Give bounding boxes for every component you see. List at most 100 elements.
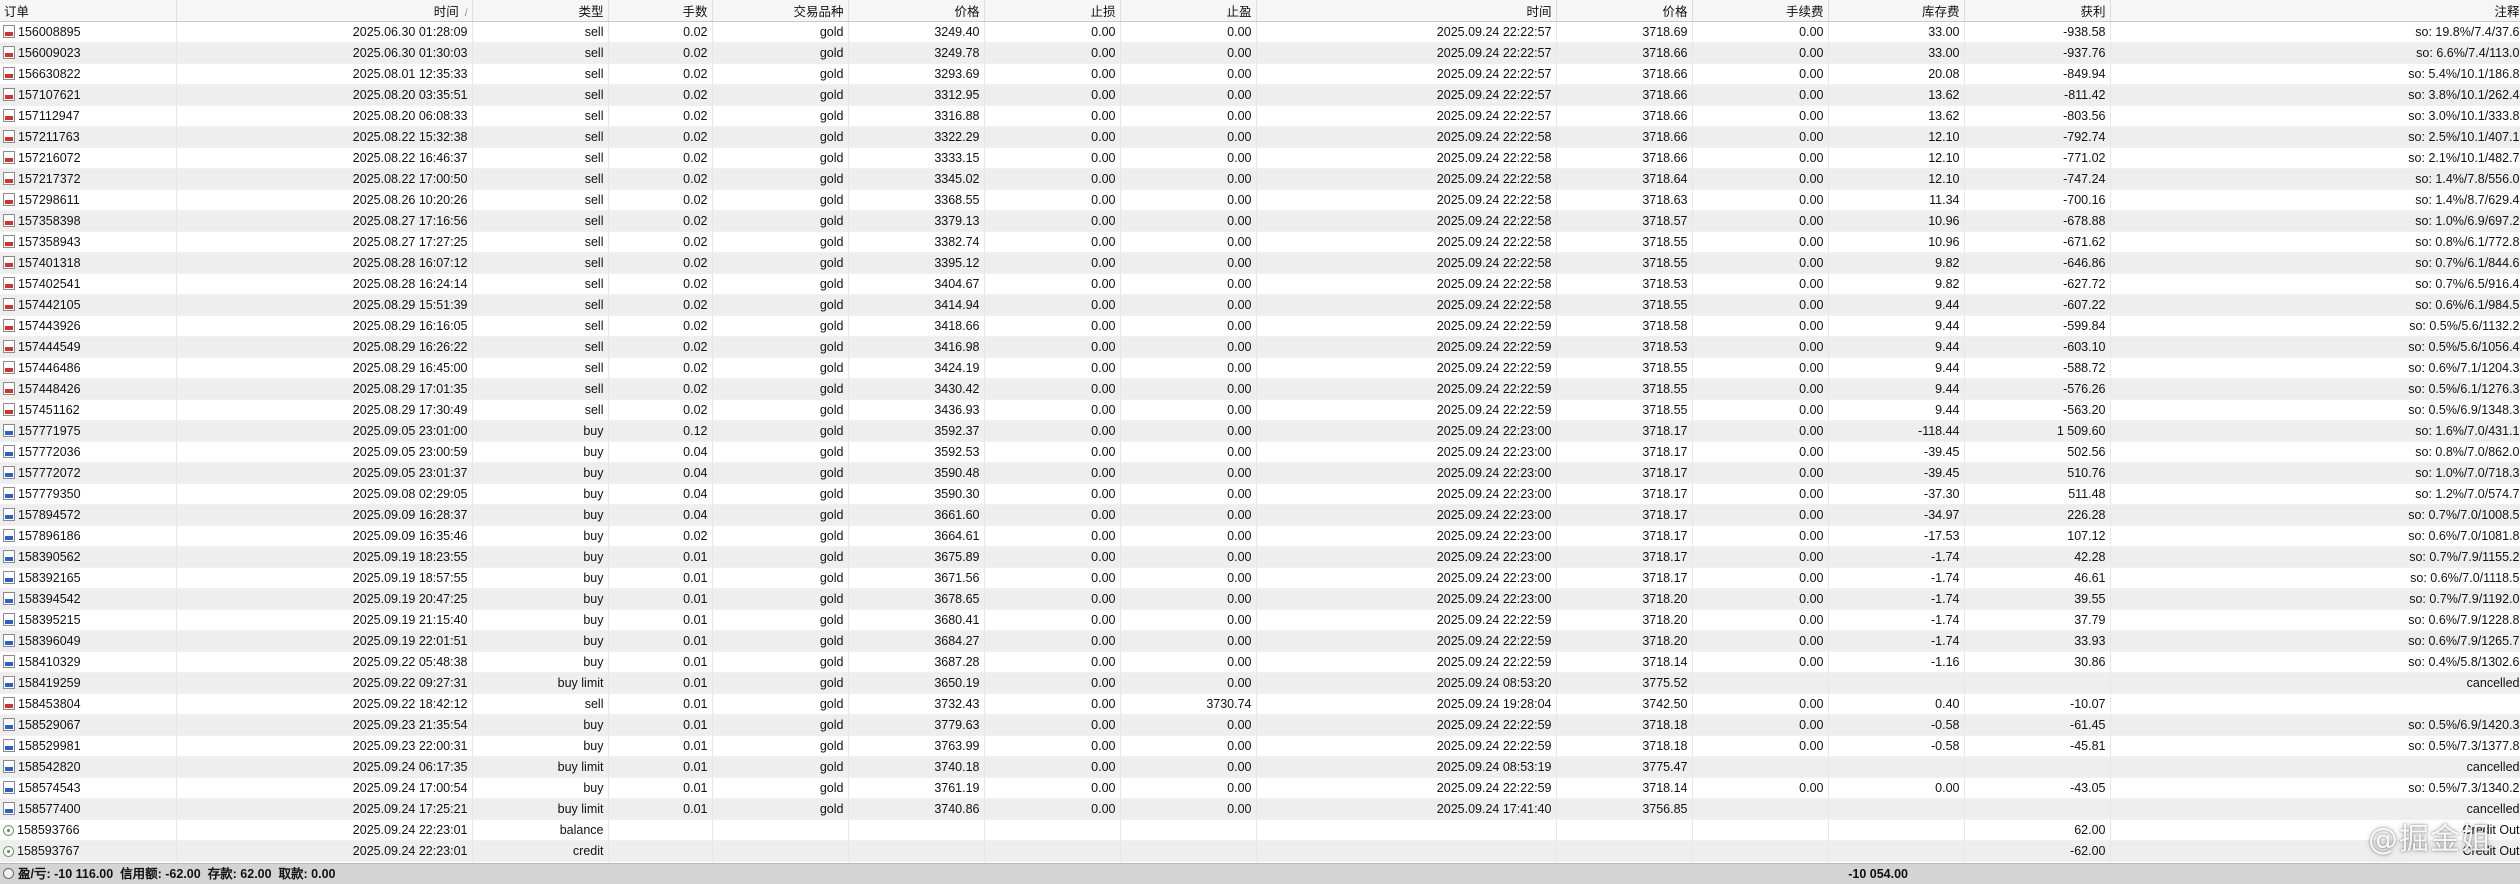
table-row[interactable]: 158392165 2025.09.19 18:57:55 buy 0.01 gold 3… — [0, 567, 2520, 589]
cell-open-time: 2025.09.05 23:00:59 — [176, 441, 473, 463]
col-header-close-price[interactable]: 价格 — [1556, 0, 1693, 22]
table-row[interactable]: 157771975 2025.09.05 23:01:00 buy 0.12 gold 3… — [0, 420, 2520, 442]
table-row[interactable]: 157451162 2025.08.29 17:30:49 sell 0.02 gold… — [0, 399, 2520, 421]
cell-symbol: gold — [712, 441, 849, 463]
cell-value: 3732.43 — [934, 697, 980, 711]
table-row[interactable]: 158410329 2025.09.22 05:48:38 buy 0.01 gold 3… — [0, 651, 2520, 673]
cell-comment: so: 0.7%/7.0/1008.5 — [2110, 504, 2520, 526]
cell-stop-loss: 0.00 — [984, 168, 1121, 190]
table-row[interactable]: 158542820 2025.09.24 06:17:35 buy limit 0.0… — [0, 756, 2520, 778]
table-row[interactable]: 157443926 2025.08.29 16:16:05 sell 0.02 gold… — [0, 315, 2520, 337]
table-row[interactable]: 157107621 2025.08.20 03:35:51 sell 0.02 gold… — [0, 84, 2520, 106]
cell-swap: -1.16 — [1828, 651, 1965, 673]
table-row[interactable]: 158390562 2025.09.19 18:23:55 buy 0.01 gold 3… — [0, 546, 2520, 568]
col-header-open-time[interactable]: 时间 / — [176, 0, 473, 22]
table-row[interactable]: 157216072 2025.08.22 16:46:37 sell 0.02 gold… — [0, 147, 2520, 169]
table-row[interactable]: 156008895 2025.06.30 01:28:09 sell 0.02 gold… — [0, 21, 2520, 43]
cell-value: sell — [584, 361, 604, 375]
cell-value: 0.00 — [1799, 634, 1824, 648]
cell-open-price: 3675.89 — [848, 546, 985, 568]
col-header-order[interactable]: 订单 — [0, 0, 177, 22]
cell-value: so: 0.5%/6.9/1348.3 — [2408, 403, 2520, 417]
table-row[interactable]: 157894572 2025.09.09 16:28:37 buy 0.04 gold 3… — [0, 504, 2520, 526]
cell-value: credit — [572, 844, 604, 858]
table-row[interactable]: 157772036 2025.09.05 23:00:59 buy 0.04 gold 3… — [0, 441, 2520, 463]
table-row[interactable]: 158529067 2025.09.23 21:35:54 buy 0.01 gold 3… — [0, 714, 2520, 736]
cell-value: 158395215 — [18, 613, 81, 627]
table-row[interactable]: 157112947 2025.08.20 06:08:33 sell 0.02 gold… — [0, 105, 2520, 127]
col-header-volume[interactable]: 手数 — [608, 0, 713, 22]
table-row[interactable]: 158419259 2025.09.22 09:27:31 buy limit 0.0… — [0, 672, 2520, 694]
table-row[interactable]: 157217372 2025.08.22 17:00:50 sell 0.02 gold… — [0, 168, 2520, 190]
cell-symbol: gold — [712, 714, 849, 736]
cell-volume: 0.01 — [608, 651, 713, 673]
cell-order-id: 157358943 — [0, 231, 177, 253]
cell-comment: so: 1.6%/7.0/431.1 — [2110, 420, 2520, 442]
table-row[interactable]: 157358398 2025.08.27 17:16:56 sell 0.02 gold… — [0, 210, 2520, 232]
cell-value: -0.58 — [1931, 739, 1960, 753]
table-row[interactable]: 157448426 2025.08.29 17:01:35 sell 0.02 gold… — [0, 378, 2520, 400]
cell-value: 0.00 — [1227, 613, 1252, 627]
buy-order-icon — [3, 739, 15, 752]
table-row[interactable]: 157442105 2025.08.29 15:51:39 sell 0.02 gold… — [0, 294, 2520, 316]
table-row[interactable]: 158396049 2025.09.19 22:01:51 buy 0.01 gold 3… — [0, 630, 2520, 652]
col-header-type[interactable]: 类型 — [472, 0, 609, 22]
col-header-close-time[interactable]: 时间 — [1256, 0, 1557, 22]
buy-order-icon — [3, 571, 15, 584]
cell-value: 2025.08.28 16:07:12 — [352, 256, 468, 270]
cell-stop-loss: 0.00 — [984, 231, 1121, 253]
table-row[interactable]: 158395215 2025.09.19 21:15:40 buy 0.01 gold 3… — [0, 609, 2520, 631]
col-header-swap[interactable]: 库存费 — [1828, 0, 1965, 22]
table-row[interactable]: 157401318 2025.08.28 16:07:12 sell 0.02 gold… — [0, 252, 2520, 274]
table-row[interactable]: 157298611 2025.08.26 10:20:26 sell 0.02 gold… — [0, 189, 2520, 211]
cell-open-time: 2025.08.22 15:32:38 — [176, 126, 473, 148]
col-header-open-price[interactable]: 价格 — [848, 0, 985, 22]
cell-value: -607.22 — [2063, 298, 2106, 312]
table-row[interactable]: 157779350 2025.09.08 02:29:05 buy 0.04 gold 3… — [0, 483, 2520, 505]
cell-open-time: 2025.08.29 16:45:00 — [176, 357, 473, 379]
table-row[interactable]: 156009023 2025.06.30 01:30:03 sell 0.02 gold… — [0, 42, 2520, 64]
table-row[interactable]: 157896186 2025.09.09 16:35:46 buy 0.02 gold 3… — [0, 525, 2520, 547]
cell-close-price — [1556, 819, 1693, 841]
sell-order-icon — [3, 256, 15, 269]
table-row[interactable]: 158529981 2025.09.23 22:00:31 buy 0.01 gold 3… — [0, 735, 2520, 757]
cell-commission: 0.00 — [1692, 315, 1829, 337]
table-row[interactable]: 157358943 2025.08.27 17:27:25 sell 0.02 gold… — [0, 231, 2520, 253]
cell-value: so: 2.5%/10.1/407.1 — [2408, 130, 2520, 144]
col-header-comment[interactable]: 注释 — [2110, 0, 2520, 22]
cell-swap: -17.53 — [1828, 525, 1965, 547]
cell-symbol — [712, 840, 849, 862]
col-header-stop-loss[interactable]: 止损 — [984, 0, 1121, 22]
col-header-commission[interactable]: 手续费 — [1692, 0, 1829, 22]
cell-value: gold — [819, 277, 844, 291]
cell-value: so: 0.7%/7.9/1192.0 — [2409, 592, 2520, 606]
table-row[interactable]: 158394542 2025.09.19 20:47:25 buy 0.01 gold 3… — [0, 588, 2520, 610]
table-row[interactable]: 157211763 2025.08.22 15:32:38 sell 0.02 gold… — [0, 126, 2520, 148]
table-row[interactable]: 157446486 2025.08.29 16:45:00 sell 0.02 gold… — [0, 357, 2520, 379]
cell-close-price: 3718.69 — [1556, 21, 1693, 43]
cell-close-time: 2025.09.24 22:23:00 — [1256, 420, 1557, 442]
cell-order-id: 157107621 — [0, 84, 177, 106]
table-row[interactable]: 158593767 2025.09.24 22:23:01 credit -62.00… — [0, 840, 2520, 862]
table-row[interactable]: 157444549 2025.08.29 16:26:22 sell 0.02 gold… — [0, 336, 2520, 358]
table-row[interactable]: 158574543 2025.09.24 17:00:54 buy 0.01 gold 3… — [0, 777, 2520, 799]
col-header-profit[interactable]: 获利 — [1964, 0, 2111, 22]
table-row[interactable]: 158453804 2025.09.22 18:42:12 sell 0.01 gold… — [0, 693, 2520, 715]
col-header-symbol[interactable]: 交易品种 — [712, 0, 849, 22]
cell-profit: 39.55 — [1964, 588, 2111, 610]
table-row[interactable]: 156630822 2025.08.01 12:35:33 sell 0.02 gold… — [0, 63, 2520, 85]
table-row[interactable]: 157402541 2025.08.28 16:24:14 sell 0.02 gold… — [0, 273, 2520, 295]
cell-take-profit: 0.00 — [1120, 357, 1257, 379]
cell-comment: so: 5.4%/10.1/186.8 — [2110, 63, 2520, 85]
table-row[interactable]: 158577400 2025.09.24 17:25:21 buy limit 0.0… — [0, 798, 2520, 820]
cell-value: 157216072 — [18, 151, 81, 165]
cell-volume: 0.01 — [608, 672, 713, 694]
cell-close-price: 3718.55 — [1556, 294, 1693, 316]
cell-comment: so: 0.7%/6.1/844.6 — [2110, 252, 2520, 274]
col-header-take-profit[interactable]: 止盈 — [1120, 0, 1257, 22]
cell-symbol: gold — [712, 462, 849, 484]
cell-value: 3718.66 — [1642, 130, 1688, 144]
cell-commission: 0.00 — [1692, 441, 1829, 463]
table-row[interactable]: 158593766 2025.09.24 22:23:01 balance 62.00… — [0, 819, 2520, 841]
table-row[interactable]: 157772072 2025.09.05 23:01:37 buy 0.04 gold 3… — [0, 462, 2520, 484]
